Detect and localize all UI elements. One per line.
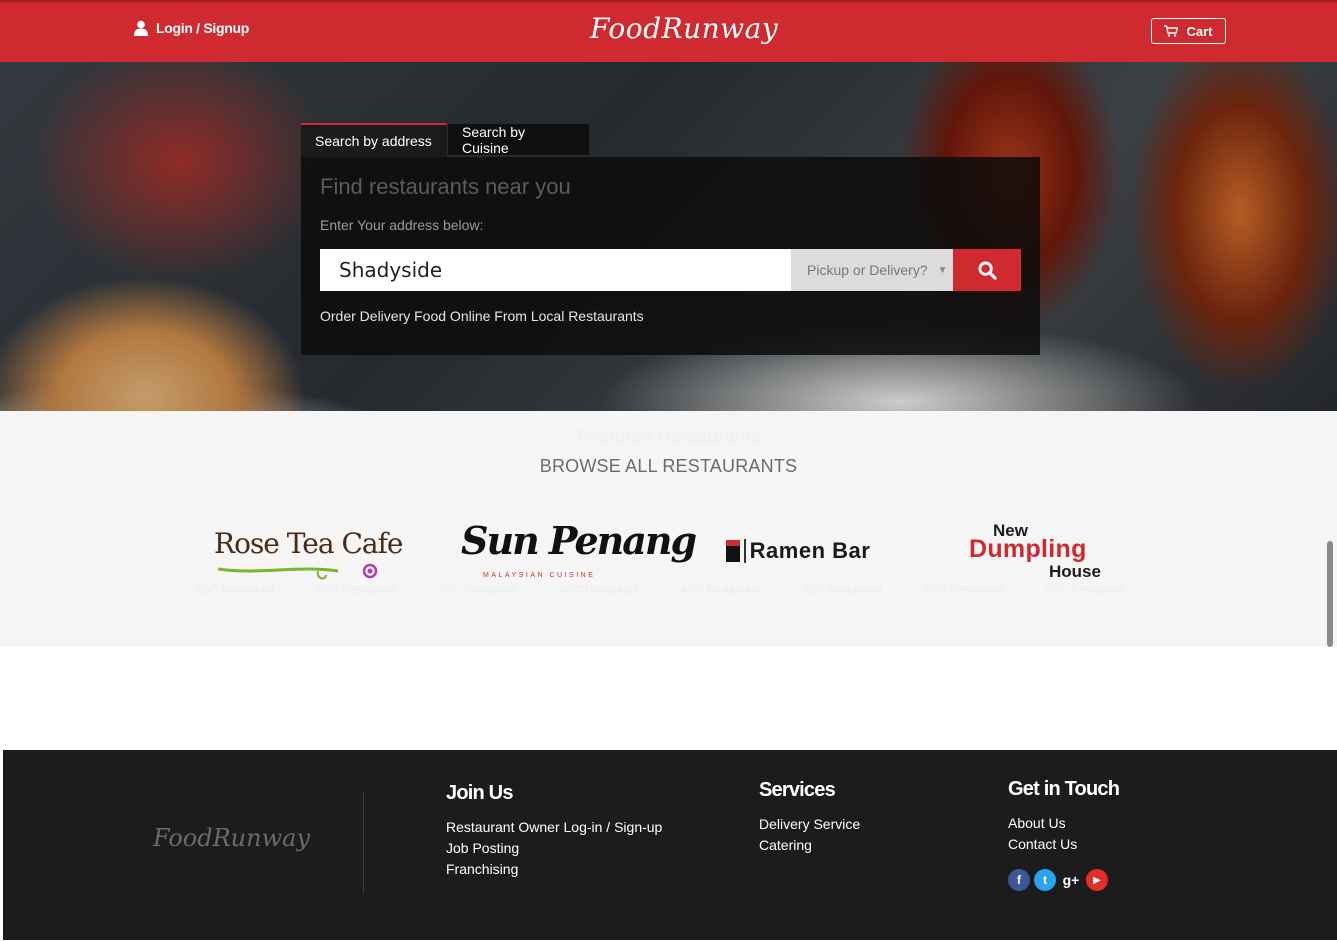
cart-button[interactable]: Cart [1151,18,1226,44]
brand-logo[interactable]: FoodRunway [590,12,778,45]
ghost-label: ABC Restaurant [195,584,275,596]
ghost-label: ABC Restaurant [923,584,1004,596]
dumpling-house: House [1049,562,1101,581]
cart-label: Cart [1186,23,1213,39]
owner-login-link[interactable]: Restaurant Owner Log-in / Sign-up [446,817,662,838]
search-heading: Find restaurants near you [320,174,571,199]
search-panel: Find restaurants near you Enter Your add… [301,157,1040,355]
franchising-link[interactable]: Franchising [446,859,662,880]
featured-title: Featured Restaurants [576,427,761,448]
footer-divider [363,792,364,894]
restaurant-logo-ramen-bar[interactable]: Ramen Bar [712,511,884,591]
hidden-restaurant-labels: ABC Restaurant ABC Restaurant ABC Restau… [195,584,1125,596]
about-us-link[interactable]: About Us [1008,813,1119,834]
footer: FoodRunway Join Us Restaurant Owner Log-… [3,750,1337,940]
search-button[interactable] [953,249,1021,291]
cart-icon [1164,25,1179,37]
tab-search-by-cuisine[interactable]: Search by Cuisine [448,124,589,156]
top-navbar: Login / Signup FoodRunway Cart [0,0,1337,62]
tagline: Order Delivery Food Online From Local Re… [320,308,644,324]
footer-get-in-touch: Get in Touch About Us Contact Us f t g+ … [1008,778,1120,891]
login-signup-link[interactable]: Login / Signup [134,20,249,36]
ghost-label: ABC Restaurant [437,584,518,596]
pickup-delivery-label: Pickup or Delivery? [807,262,928,278]
ghost-label: ABC Restaurant [802,584,882,596]
footer-brand-logo[interactable]: FoodRunway [153,824,310,852]
sun-penang-subtitle: MALAYSIAN CUISINE [483,572,596,579]
dropdown-arrow-icon: ▼ [937,264,948,276]
address-input[interactable] [320,249,792,291]
job-posting-link[interactable]: Job Posting [446,838,662,859]
facebook-icon[interactable]: f [1008,869,1030,891]
rose-tea-cafe-name: Rose Tea Cafe [214,527,403,560]
vine-swirl-icon [218,563,378,580]
youtube-icon[interactable]: ▶ [1086,869,1108,891]
join-us-heading: Join Us [446,782,513,804]
ghost-label: ABC Restaurant [559,584,639,596]
tab-search-by-address[interactable]: Search by address [301,123,447,157]
search-icon [977,260,997,280]
contact-us-link[interactable]: Contact Us [1008,834,1119,855]
login-label: Login / Signup [156,20,250,36]
browse-all-restaurants-link[interactable]: BROWSE ALL RESTAURANTS [0,456,1337,477]
dumpling-mid: Dumpling [969,535,1087,563]
ghost-label: ABC Restaurant [680,584,761,596]
footer-services: Services Delivery Service Catering [759,779,860,856]
catering-link[interactable]: Catering [759,835,860,856]
address-instruction: Enter Your address below: [320,217,484,233]
social-links: f t g+ ▶ [1008,869,1119,891]
sun-penang-name: Sun Penang [461,518,697,563]
services-heading: Services [759,779,836,801]
footer-join-us: Join Us Restaurant Owner Log-in / Sign-u… [446,782,662,880]
restaurant-logo-sun-penang[interactable]: Sun Penang MALAYSIAN CUISINE [455,511,697,591]
pickup-delivery-select[interactable]: Pickup or Delivery? ▼ [791,249,953,291]
get-in-touch-heading: Get in Touch [1008,778,1120,800]
google-plus-icon[interactable]: g+ [1060,869,1082,891]
ramen-bar-divider [743,539,746,563]
scrollbar-thumb[interactable] [1327,541,1333,647]
ghost-label: ABC Restaurant [1045,584,1125,596]
ramen-bar-mark-icon [725,540,740,562]
restaurant-logo-new-dumpling-house[interactable]: New Dumpling House [966,511,1118,591]
ghost-label: ABC Restaurant [316,584,396,596]
restaurant-logo-rose-tea-cafe[interactable]: Rose Tea Cafe [210,511,403,591]
ramen-bar-name: Ramen Bar [749,538,871,563]
user-icon [134,20,148,36]
twitter-icon[interactable]: t [1034,869,1056,891]
featured-restaurants-section: Featured Restaurants BROWSE ALL RESTAURA… [0,411,1337,647]
delivery-service-link[interactable]: Delivery Service [759,814,860,835]
